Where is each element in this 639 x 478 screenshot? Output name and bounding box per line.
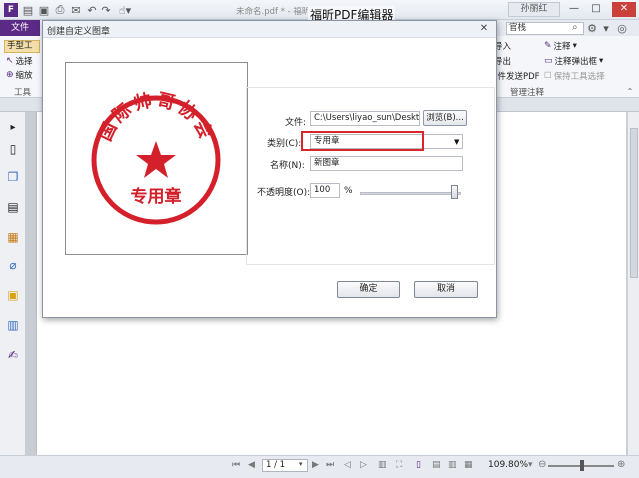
print-icon[interactable]: ⎙	[54, 3, 66, 17]
single-page-icon[interactable]: ▯	[416, 460, 421, 470]
chevron-down-icon: ▾	[572, 41, 577, 51]
create-stamp-dialog: 创建自定义图章 ✕ 国际帅哥协会 专用章 文件: C:\Users\liyao_…	[42, 20, 497, 318]
chevron-down-icon[interactable]: ▾	[528, 460, 533, 470]
hand-tool-button[interactable]: 手型工	[4, 40, 40, 53]
hand-dropdown-icon[interactable]: ☝▾	[116, 3, 134, 17]
manage-comments-group-label: 管理注释	[510, 88, 545, 98]
first-page-icon[interactable]: ⏮	[232, 460, 240, 470]
zoom-in-icon[interactable]: ⊕	[617, 459, 625, 470]
form-icon[interactable]: ▥	[6, 318, 20, 332]
next-page-icon[interactable]: ▶	[312, 460, 319, 470]
bell-icon[interactable]: ◎	[616, 21, 628, 35]
popup-note-button[interactable]: ▭ 注释弹出框 ▾	[544, 55, 603, 67]
file-label: 文件:	[285, 118, 307, 128]
layers-icon[interactable]: ❐	[6, 170, 20, 184]
popup-note-label: 注释弹出框	[554, 57, 598, 67]
read-mode-icon[interactable]: ▥	[378, 460, 387, 470]
signature-icon[interactable]: ✍	[6, 348, 20, 362]
tab-file[interactable]: 文件	[0, 20, 40, 36]
comments-icon[interactable]: ▦	[6, 230, 20, 244]
opacity-slider-thumb[interactable]	[451, 185, 458, 199]
email-icon[interactable]: ✉	[70, 3, 82, 17]
cancel-button[interactable]: 取消	[414, 281, 478, 298]
annotate-icon: ✎	[544, 41, 552, 51]
zoom-slider-thumb[interactable]	[580, 460, 584, 471]
prev-page-icon[interactable]: ◀	[248, 460, 255, 470]
chevron-down-icon[interactable]: ▼	[454, 138, 459, 146]
file-path-field[interactable]: C:\Users\liyao_sun\Desktop\	[310, 111, 420, 126]
last-page-icon[interactable]: ⏭	[326, 460, 334, 470]
stamp-preview: 国际帅哥协会 专用章	[65, 62, 248, 255]
zoom-out-icon[interactable]: ⊖	[538, 459, 546, 470]
continuous-page-icon[interactable]: ▤	[432, 460, 441, 470]
browse-button[interactable]: 浏览(B)...	[423, 110, 467, 126]
page-thumbnails-icon[interactable]: ▯	[6, 142, 20, 156]
zoom-tool-button[interactable]: ⊕ 缩放	[6, 69, 33, 81]
zoom-level[interactable]: 109.80%	[488, 460, 528, 470]
annotate-label: 注释	[553, 42, 571, 52]
dialog-title: 创建自定义图章	[47, 27, 111, 37]
opacity-field[interactable]: 100	[310, 183, 340, 198]
search-icon[interactable]: ⌕	[572, 22, 578, 33]
app-logo-icon[interactable]: F	[4, 3, 18, 17]
vertical-scrollbar[interactable]	[627, 112, 639, 455]
collapse-ribbon-icon[interactable]: ⌃	[624, 84, 636, 98]
category-highlight-box	[301, 131, 424, 151]
facing-page-icon[interactable]: ▥	[448, 460, 457, 470]
dialog-title-bar: 创建自定义图章 ✕	[43, 21, 496, 38]
expand-panel-icon[interactable]: ▸	[6, 120, 20, 134]
cover-page-icon[interactable]: ▦	[464, 460, 473, 470]
tools-group-label: 工具	[14, 88, 32, 98]
save-icon[interactable]: ▣	[38, 3, 50, 17]
keep-tool-checkbox[interactable]: ☐ 保持工具选择	[544, 70, 605, 82]
name-label: 名称(N):	[270, 161, 305, 171]
chevron-down-icon: ▾	[599, 56, 604, 66]
category-label: 类别(C):	[267, 139, 302, 149]
annotate-button[interactable]: ✎ 注释 ▾	[544, 40, 577, 52]
scrollbar-thumb[interactable]	[630, 128, 638, 278]
name-field[interactable]: 新图章	[310, 156, 463, 171]
select-tool-label: 选择	[15, 57, 33, 67]
gear-icon[interactable]: ⚙	[586, 21, 598, 35]
next-view-icon[interactable]: ▷	[360, 460, 367, 470]
zoom-icon: ⊕	[6, 70, 14, 80]
keep-tool-label: 保持工具选择	[553, 72, 605, 82]
close-button[interactable]: ✕	[612, 2, 636, 17]
opacity-slider[interactable]	[360, 192, 461, 195]
user-login-button[interactable]: 孙丽红	[508, 2, 560, 17]
opacity-unit: %	[344, 186, 353, 196]
select-tool-button[interactable]: ↖ 选择	[6, 55, 33, 67]
open-icon[interactable]: ▤	[22, 3, 34, 17]
stamp-bottom-text: 专用章	[131, 186, 182, 207]
checkbox-icon: ☐	[544, 71, 552, 81]
scan-icon[interactable]: ▤	[6, 200, 20, 214]
lock-icon[interactable]: ▣	[6, 288, 20, 302]
navigation-rail: ▸ ▯ ❐ ▤ ▦ ⌀ ▣ ▥ ✍	[0, 112, 26, 455]
dialog-close-button[interactable]: ✕	[475, 23, 493, 36]
redo-icon[interactable]: ↷	[100, 3, 112, 17]
popup-note-icon: ▭	[544, 56, 553, 66]
select-icon: ↖	[6, 56, 14, 66]
zoom-tool-label: 缩放	[15, 71, 33, 81]
stamp-seal: 国际帅哥协会 专用章	[91, 89, 221, 225]
prev-view-icon[interactable]: ◁	[344, 460, 351, 470]
undo-icon[interactable]: ↶	[86, 3, 98, 17]
maximize-button[interactable]: □	[586, 2, 606, 17]
opacity-label: 不透明度(O):	[257, 188, 311, 198]
hand-tool-label: 手型工	[7, 41, 33, 51]
fullscreen-icon[interactable]: ⛶	[396, 460, 402, 470]
ok-button[interactable]: 确定	[337, 281, 400, 298]
chevron-down-icon[interactable]: ▾	[299, 460, 303, 468]
minimize-button[interactable]: —	[564, 2, 584, 17]
chevron-down-icon[interactable]: ▾	[600, 21, 612, 35]
attachment-icon[interactable]: ⌀	[6, 258, 20, 272]
